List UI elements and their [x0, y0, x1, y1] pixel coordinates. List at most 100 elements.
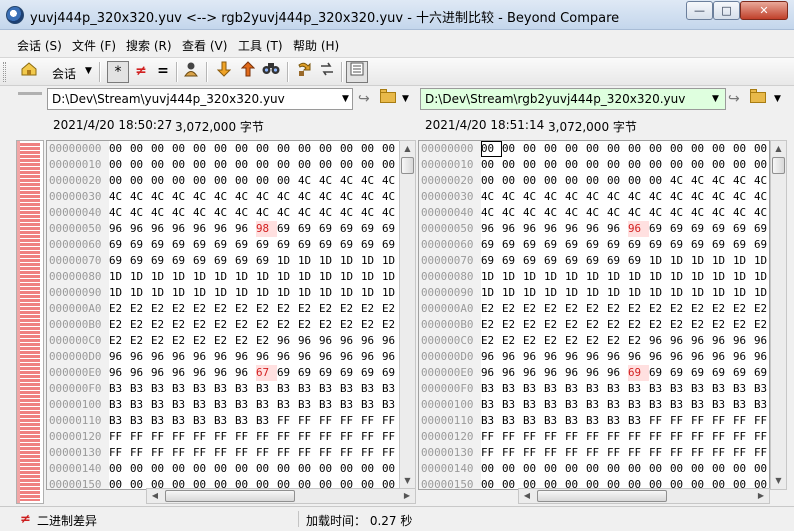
- hex-row[interactable]: 00000090 1D 1D 1D 1D 1D 1D 1D 1D 1D 1D 1D 1D 1D 1D: [419, 285, 769, 301]
- hex-byte[interactable]: FF: [361, 429, 382, 445]
- hex-bytes[interactable]: 1D 1D 1D 1D 1D 1D 1D 1D 1D 1D 1D 1D 1D 1D: [481, 286, 769, 299]
- hex-byte[interactable]: 96: [565, 365, 586, 381]
- hex-byte[interactable]: 96: [214, 221, 235, 237]
- hex-byte[interactable]: 00: [586, 157, 607, 173]
- hex-byte[interactable]: 69: [544, 237, 565, 253]
- scroll-right-icon[interactable]: ▶: [399, 489, 415, 503]
- hex-byte[interactable]: 96: [277, 333, 298, 349]
- hex-byte[interactable]: 69: [733, 221, 754, 237]
- hex-row[interactable]: 00000090 1D 1D 1D 1D 1D 1D 1D 1D 1D 1D 1D 1D 1D 1D: [47, 285, 403, 301]
- hex-byte[interactable]: 96: [544, 349, 565, 365]
- hex-byte[interactable]: B3: [649, 381, 670, 397]
- hex-byte[interactable]: 69: [607, 253, 628, 269]
- hex-byte[interactable]: 69: [235, 253, 256, 269]
- hex-bytes[interactable]: 4C 4C 4C 4C 4C 4C 4C 4C 4C 4C 4C 4C 4C 4C: [481, 190, 769, 203]
- scroll-up-icon[interactable]: ▲: [400, 141, 415, 157]
- hex-byte[interactable]: B3: [151, 397, 172, 413]
- hex-bytes[interactable]: FF FF FF FF FF FF FF FF FF FF FF FF FF FF: [481, 445, 769, 461]
- hex-byte[interactable]: 69: [193, 237, 214, 253]
- hex-byte[interactable]: 00: [361, 141, 382, 157]
- hex-bytes[interactable]: B3 B3 B3 B3 B3 B3 B3 B3 FF FF FF FF FF FF: [109, 414, 403, 427]
- hex-byte[interactable]: 00: [544, 461, 565, 477]
- hex-byte[interactable]: E2: [319, 301, 340, 317]
- hex-byte[interactable]: 4C: [256, 205, 277, 221]
- caret-down-icon[interactable]: ▼: [85, 66, 92, 76]
- hex-bytes[interactable]: E2 E2 E2 E2 E2 E2 E2 E2 E2 E2 E2 E2 E2 E2: [481, 317, 769, 333]
- refresh-icon[interactable]: ↪: [358, 91, 370, 107]
- hex-byte[interactable]: 1D: [649, 253, 670, 269]
- hex-byte[interactable]: 00: [214, 173, 235, 189]
- hex-byte[interactable]: 69: [277, 365, 298, 381]
- hex-byte[interactable]: E2: [361, 301, 382, 317]
- hex-byte[interactable]: 69: [754, 221, 769, 237]
- hex-byte[interactable]: 96: [214, 349, 235, 365]
- hex-byte[interactable]: 69: [340, 365, 361, 381]
- hex-byte[interactable]: E2: [340, 301, 361, 317]
- hex-byte[interactable]: 96: [712, 349, 733, 365]
- hex-byte[interactable]: 1D: [361, 253, 382, 269]
- hex-byte[interactable]: FF: [502, 429, 523, 445]
- hex-byte[interactable]: 96: [109, 221, 130, 237]
- hex-byte[interactable]: 1D: [172, 285, 193, 301]
- hex-row[interactable]: 00000030 4C 4C 4C 4C 4C 4C 4C 4C 4C 4C 4C 4C 4C 4C: [419, 189, 769, 205]
- hex-byte[interactable]: E2: [109, 317, 130, 333]
- hex-byte[interactable]: 4C: [109, 205, 130, 221]
- hex-byte[interactable]: FF: [361, 413, 382, 429]
- hex-bytes[interactable]: 69 69 69 69 69 69 69 69 69 69 69 69 69 69: [109, 238, 403, 251]
- hex-byte[interactable]: 4C: [712, 173, 733, 189]
- hex-byte[interactable]: 4C: [502, 205, 523, 221]
- hex-byte[interactable]: 4C: [733, 173, 754, 189]
- hex-byte[interactable]: 69: [481, 237, 502, 253]
- scroll-down-icon[interactable]: ▼: [400, 473, 415, 489]
- hex-byte[interactable]: B3: [235, 381, 256, 397]
- hex-byte[interactable]: 00: [298, 461, 319, 477]
- hex-byte[interactable]: 96: [481, 221, 502, 237]
- hex-byte[interactable]: 00: [151, 461, 172, 477]
- menu-help[interactable]: 帮助 (H): [293, 37, 339, 54]
- session-label[interactable]: 会话: [52, 65, 76, 82]
- hex-byte[interactable]: B3: [193, 381, 214, 397]
- hex-row[interactable]: 00000060 69 69 69 69 69 69 69 69 69 69 69 69 69 69: [419, 237, 769, 253]
- hex-byte[interactable]: FF: [565, 445, 586, 461]
- hex-byte[interactable]: 69: [130, 237, 151, 253]
- hex-byte[interactable]: 96: [130, 221, 151, 237]
- hex-byte[interactable]: 1D: [628, 269, 649, 285]
- hex-byte[interactable]: 00: [172, 461, 193, 477]
- hex-byte[interactable]: 00: [319, 141, 340, 157]
- hex-byte[interactable]: 96: [172, 221, 193, 237]
- hex-byte[interactable]: 00: [235, 173, 256, 189]
- hex-byte[interactable]: E2: [214, 333, 235, 349]
- hex-byte[interactable]: 00: [523, 141, 544, 157]
- hex-byte[interactable]: 96: [754, 333, 769, 349]
- hex-byte[interactable]: 4C: [235, 205, 256, 221]
- hex-byte[interactable]: 00: [502, 461, 523, 477]
- hex-row[interactable]: 00000020 00 00 00 00 00 00 00 00 00 4C 4C 4C 4C 4C: [47, 173, 403, 189]
- hex-byte[interactable]: E2: [733, 317, 754, 333]
- hex-byte[interactable]: FF: [319, 429, 340, 445]
- hex-byte[interactable]: 00: [481, 157, 502, 173]
- hex-byte[interactable]: 96: [361, 333, 382, 349]
- hex-byte[interactable]: FF: [754, 413, 769, 429]
- hex-byte[interactable]: 69: [586, 253, 607, 269]
- hex-byte[interactable]: E2: [235, 333, 256, 349]
- scroll-left-icon[interactable]: ◀: [519, 489, 535, 503]
- hex-byte[interactable]: FF: [298, 429, 319, 445]
- hex-row[interactable]: 00000140 00 00 00 00 00 00 00 00 00 00 00 00 00 00: [47, 461, 403, 477]
- hex-byte[interactable]: 1D: [670, 253, 691, 269]
- home-icon[interactable]: [18, 61, 40, 83]
- hex-byte[interactable]: 69: [712, 365, 733, 381]
- hex-byte[interactable]: B3: [523, 413, 544, 429]
- hex-byte[interactable]: 00: [691, 461, 712, 477]
- hex-byte[interactable]: 00: [361, 157, 382, 173]
- hex-byte[interactable]: FF: [754, 429, 769, 445]
- hex-byte[interactable]: 1D: [277, 253, 298, 269]
- hex-byte[interactable]: 1D: [109, 269, 130, 285]
- minimize-button[interactable]: —: [686, 1, 713, 20]
- hex-row[interactable]: 00000020 00 00 00 00 00 00 00 00 00 4C 4C 4C 4C 4C: [419, 173, 769, 189]
- hex-bytes[interactable]: B3 B3 B3 B3 B3 B3 B3 B3 B3 B3 B3 B3 B3 B3: [109, 398, 403, 411]
- hex-bytes[interactable]: 00 00 00 00 00 00 00 00 00 00 00 00 00 00: [109, 142, 403, 155]
- hex-byte[interactable]: FF: [691, 413, 712, 429]
- hex-byte[interactable]: 00: [733, 141, 754, 157]
- hex-byte[interactable]: B3: [298, 397, 319, 413]
- hex-byte[interactable]: E2: [256, 317, 277, 333]
